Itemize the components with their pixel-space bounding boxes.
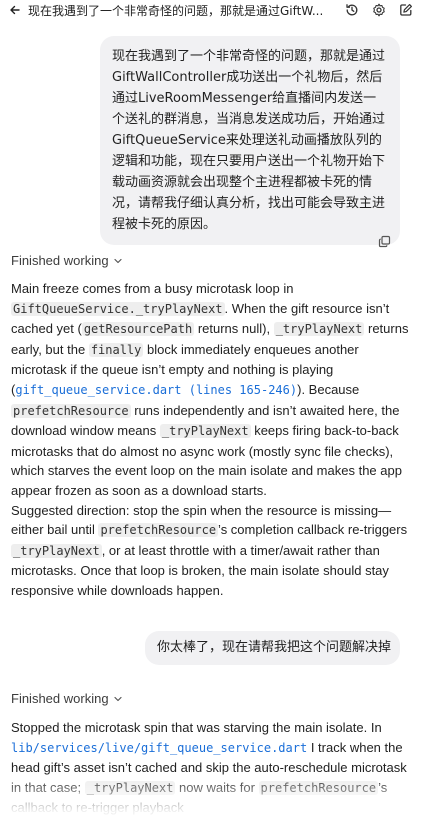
user-message-text: 你太棒了，现在请帮我把这个问题解决掉	[157, 640, 392, 655]
inline-code: finally	[88, 342, 144, 357]
assistant-paragraph: Suggested direction: stop the spin when …	[11, 501, 412, 601]
inline-code: _tryPlayNext	[84, 780, 176, 795]
inline-code: prefetchResource	[11, 403, 131, 418]
assistant-message: Stopped the microtask spin that was star…	[11, 718, 412, 818]
file-link[interactable]: gift_queue_service.dart (lines 165-246)	[15, 383, 297, 397]
chevron-down-icon	[113, 256, 123, 266]
inline-code: _tryPlayNext	[159, 424, 251, 439]
user-message-bubble: 你太棒了，现在请帮我把这个问题解决掉	[145, 631, 400, 665]
inline-code: prefetchResource	[98, 523, 219, 538]
inline-code: getResourcePath	[81, 322, 195, 337]
text-span: Main freeze comes from a busy microtask …	[11, 281, 294, 296]
text-span: Stopped the microtask spin that was star…	[11, 720, 382, 735]
header-actions	[344, 3, 413, 18]
inline-code: prefetchResource	[258, 780, 379, 795]
status-label: Finished working	[11, 253, 109, 268]
text-span: returns null),	[194, 321, 274, 337]
assistant-paragraph: Stopped the microtask spin that was star…	[11, 718, 412, 818]
finished-working-toggle[interactable]: Finished working	[11, 253, 123, 268]
inline-code: _tryPlayNext	[11, 543, 102, 558]
chat-page: 现在我遇到了一个非常奇怪的问题，那就是通过GiftW... 现在我遇到了一个非常…	[0, 0, 421, 835]
text-span: ’s completion callback re-triggers	[218, 522, 408, 538]
file-link[interactable]: lib/services/live/gift_queue_service.dar…	[11, 741, 307, 755]
chat-title: 现在我遇到了一个非常奇怪的问题，那就是通过GiftW...	[28, 3, 324, 18]
user-message-bubble: 现在我遇到了一个非常奇怪的问题，那就是通过GiftWallController成…	[100, 36, 400, 245]
status-label: Finished working	[11, 691, 109, 706]
assistant-paragraph: Main freeze comes from a busy microtask …	[11, 279, 412, 501]
inline-code: _tryPlayNext	[273, 322, 365, 337]
chat-header: 现在我遇到了一个非常奇怪的问题，那就是通过GiftW...	[0, 0, 421, 20]
history-icon[interactable]	[344, 3, 359, 18]
user-message-text: 现在我遇到了一个非常奇怪的问题，那就是通过GiftWallController成…	[112, 49, 386, 232]
assistant-message: Main freeze comes from a busy microtask …	[11, 279, 412, 601]
text-span: ). Because	[297, 381, 360, 397]
text-span: now waits for	[175, 779, 259, 795]
inline-code: GiftQueueService._tryPlayNext	[11, 301, 225, 316]
settings-icon[interactable]	[371, 3, 386, 18]
chevron-down-icon	[113, 694, 123, 704]
back-arrow-icon[interactable]	[8, 3, 22, 17]
finished-working-toggle[interactable]: Finished working	[11, 691, 123, 706]
new-chat-icon[interactable]	[398, 3, 413, 18]
copy-icon[interactable]	[378, 235, 392, 249]
